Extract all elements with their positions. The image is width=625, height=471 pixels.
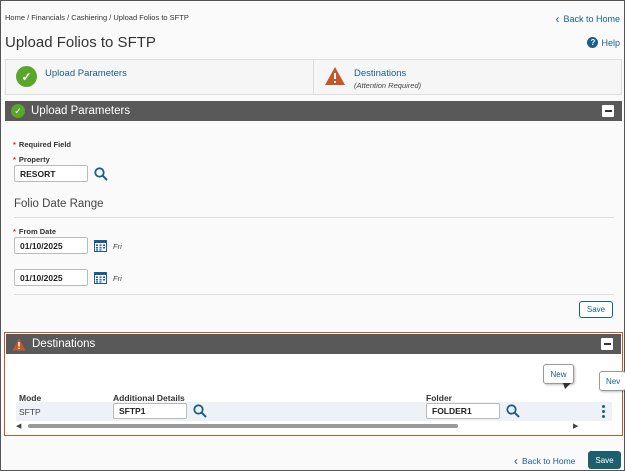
- horizontal-scrollbar[interactable]: ◀ ▶: [16, 422, 582, 430]
- back-to-home-label: Back to Home: [563, 14, 620, 24]
- folder-input[interactable]: FOLDER1: [426, 403, 500, 419]
- to-day-label: Fri: [113, 274, 122, 283]
- property-label: * Property: [13, 155, 50, 164]
- folio-date-range-title: Folio Date Range: [14, 198, 104, 210]
- destinations-header: Destinations: [6, 334, 621, 354]
- footer-back-label: Back to Home: [522, 456, 576, 466]
- page-frame: Home / Financials / Cashiering / Upload …: [0, 0, 625, 471]
- back-to-home-link[interactable]: ‹ Back to Home: [555, 11, 620, 26]
- scroll-left-icon[interactable]: ◀: [16, 422, 21, 430]
- from-date-label-text: From Date: [18, 227, 57, 236]
- search-icon[interactable]: [94, 167, 108, 181]
- step-tracker: ✓ Upload Parameters Destinations (Attent…: [5, 59, 622, 95]
- warning-icon: [12, 338, 26, 350]
- check-circle-icon: ✓: [11, 104, 25, 118]
- collapse-button[interactable]: [601, 338, 613, 350]
- chevron-left-icon: ‹: [555, 11, 560, 26]
- required-star-icon: *: [13, 140, 16, 149]
- step-sublabel: (Attention Required): [354, 81, 422, 90]
- tooltip-pointer: [563, 383, 571, 389]
- table-row[interactable]: [16, 402, 612, 421]
- upload-parameters-header: ✓ Upload Parameters: [5, 101, 622, 121]
- row-actions-icon[interactable]: [602, 405, 606, 418]
- calendar-icon[interactable]: [94, 239, 107, 252]
- chevron-left-icon: ‹: [514, 453, 518, 468]
- property-label-text: Property: [18, 155, 50, 164]
- from-day-label: Fri: [113, 242, 122, 251]
- divider: [14, 217, 614, 218]
- required-star-icon: *: [13, 227, 16, 236]
- step-label: Upload Parameters: [45, 68, 127, 79]
- new-destination-button[interactable]: New: [543, 364, 574, 384]
- help-icon: ?: [587, 37, 599, 48]
- panel-title: Destinations: [32, 338, 96, 350]
- check-circle-icon: ✓: [16, 66, 37, 87]
- required-note-label: Required Field: [18, 140, 72, 149]
- page-title: Upload Folios to SFTP: [5, 34, 156, 51]
- from-date-label: * From Date: [13, 227, 56, 236]
- required-field-note: * Required Field: [13, 140, 71, 149]
- scroll-right-icon[interactable]: ▶: [573, 422, 578, 430]
- step-upload-parameters[interactable]: ✓ Upload Parameters: [6, 60, 313, 94]
- additional-details-input[interactable]: SFTP1: [113, 403, 187, 419]
- save-button[interactable]: Save: [588, 451, 621, 469]
- save-parameters-button[interactable]: Save: [579, 301, 613, 318]
- collapse-button[interactable]: [602, 105, 614, 117]
- breadcrumb[interactable]: Home / Financials / Cashiering / Upload …: [5, 13, 189, 22]
- help-link[interactable]: ? Help: [587, 37, 620, 48]
- warning-icon: [325, 67, 345, 85]
- step-destinations[interactable]: Destinations (Attention Required): [313, 60, 621, 94]
- from-date-input[interactable]: 01/10/2025: [14, 237, 88, 254]
- panel-title: Upload Parameters: [31, 105, 131, 117]
- help-label: Help: [601, 37, 620, 48]
- calendar-icon[interactable]: [94, 271, 107, 284]
- property-input[interactable]: RESORT: [14, 165, 88, 182]
- divider: [14, 294, 614, 295]
- scroll-thumb[interactable]: [28, 424, 458, 428]
- step-label: Destinations: [354, 68, 407, 79]
- required-star-icon: *: [13, 155, 16, 164]
- mode-cell: SFTP: [19, 407, 41, 417]
- footer-back-to-home-link[interactable]: ‹ Back to Home: [514, 453, 576, 468]
- new-button-clipped[interactable]: Nev: [599, 371, 625, 391]
- search-icon[interactable]: [193, 404, 207, 418]
- to-date-input[interactable]: 01/10/2025: [14, 269, 88, 286]
- search-icon[interactable]: [506, 404, 520, 418]
